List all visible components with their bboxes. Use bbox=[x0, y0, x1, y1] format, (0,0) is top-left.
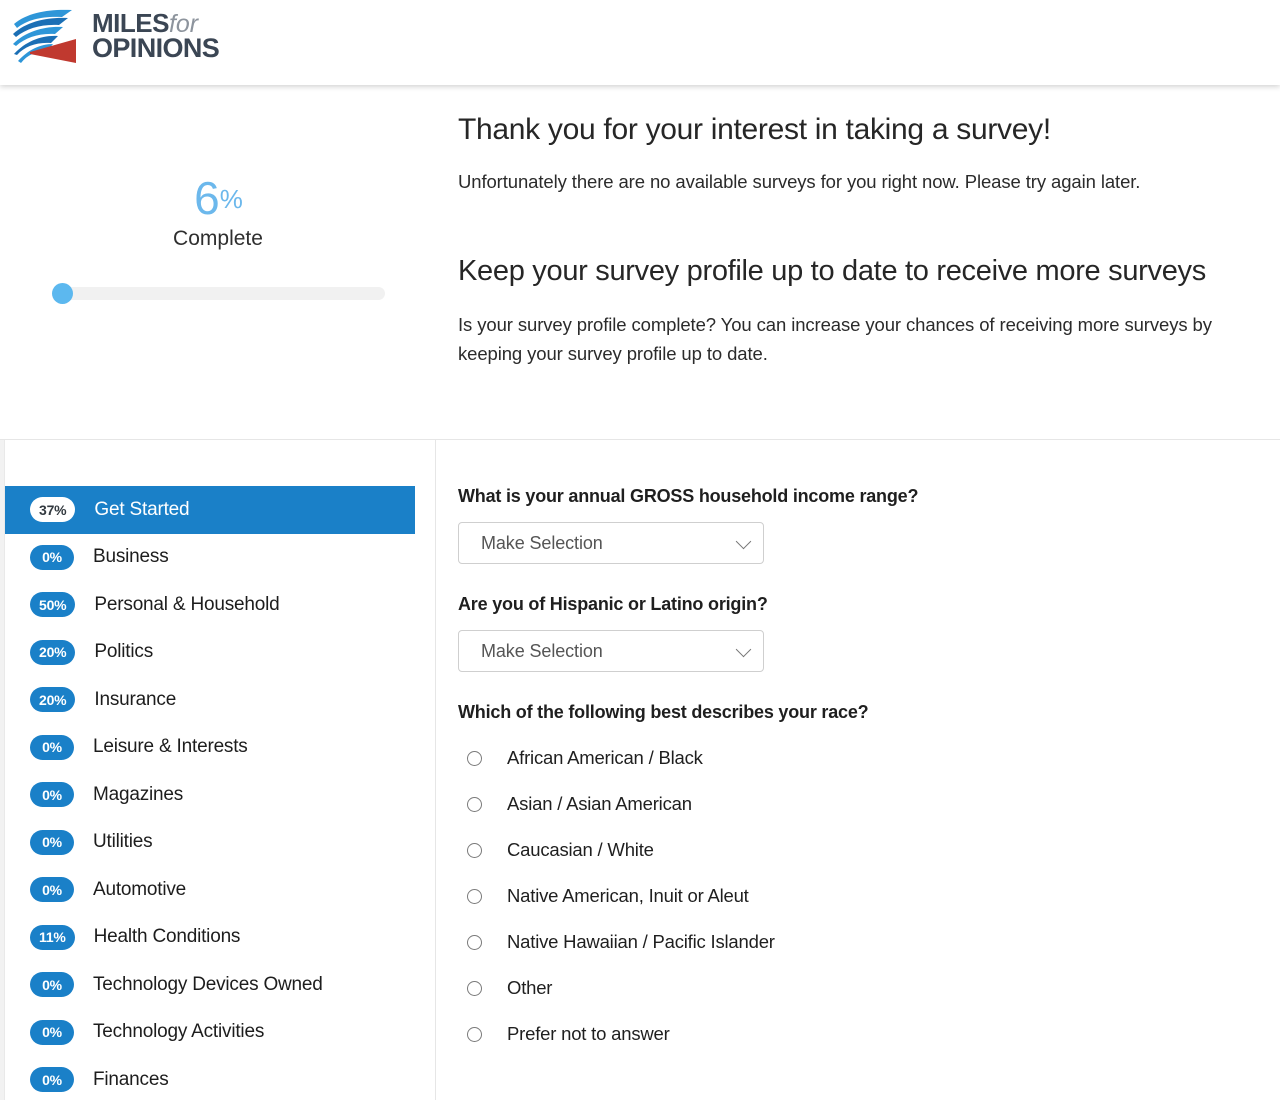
sidebar-item-label: Personal & Household bbox=[94, 593, 280, 615]
sidebar-item-progress-badge: 0% bbox=[30, 829, 74, 855]
select-dropdown[interactable]: Make Selection bbox=[458, 522, 764, 564]
radio-option[interactable]: Native American, Inuit or Aleut bbox=[458, 873, 1260, 919]
sidebar-item-label: Leisure & Interests bbox=[93, 736, 248, 758]
sidebar-item-label: Finances bbox=[93, 1068, 169, 1090]
sidebar-item-progress-badge: 11% bbox=[30, 924, 75, 950]
sidebar-item-label: Technology Activities bbox=[93, 1021, 265, 1043]
question-block: Are you of Hispanic or Latino origin? Mak… bbox=[458, 594, 1260, 672]
radio-option-label: African American / Black bbox=[507, 747, 703, 768]
radio-button-icon[interactable] bbox=[467, 750, 482, 766]
select-selected-value: Make Selection bbox=[481, 532, 603, 553]
radio-option[interactable]: African American / Black bbox=[458, 735, 1260, 781]
radio-option[interactable]: Other bbox=[458, 965, 1260, 1011]
sidebar-item-progress-badge: 0% bbox=[30, 782, 74, 808]
site-header: MILESfor OPINIONS bbox=[0, 0, 1280, 85]
chevron-down-icon bbox=[735, 533, 752, 550]
intro-panel: 6% Complete Thank you for your interest … bbox=[0, 85, 1280, 440]
progress-bar-handle[interactable] bbox=[52, 283, 73, 304]
sidebar-item-progress-badge: 50% bbox=[30, 592, 76, 618]
radio-option[interactable]: Asian / Asian American bbox=[458, 781, 1260, 827]
miles-for-opinions-logo-icon bbox=[13, 9, 76, 63]
question-label: Are you of Hispanic or Latino origin? bbox=[458, 594, 768, 614]
progress-readout: 6% Complete bbox=[0, 175, 436, 251]
sidebar-item-label: Health Conditions bbox=[93, 926, 241, 948]
profile-panel: 37% Get Started 0% Business 50% Personal & Ho… bbox=[0, 440, 1280, 1100]
radio-option-label: Prefer not to answer bbox=[507, 1023, 670, 1044]
radio-option-label: Native American, Inuit or Aleut bbox=[507, 885, 749, 906]
select-dropdown[interactable]: Make Selection bbox=[458, 630, 764, 672]
sidebar-item-personal-household[interactable]: 50% Personal & Household bbox=[0, 581, 435, 629]
radio-button-icon[interactable] bbox=[467, 1026, 482, 1042]
sidebar-item-finances[interactable]: 0% Finances bbox=[0, 1056, 435, 1100]
logo-line-2: OPINIONS bbox=[92, 33, 220, 64]
sidebar-item-label: Business bbox=[93, 546, 169, 568]
radio-option-label: Native Hawaiian / Pacific Islander bbox=[507, 931, 775, 952]
question-block: Which of the following best describes yo… bbox=[458, 702, 1260, 1057]
sidebar-item-health-conditions[interactable]: 11% Health Conditions bbox=[0, 914, 435, 962]
sidebar-item-label: Get Started bbox=[94, 498, 190, 520]
radio-option[interactable]: Prefer not to answer bbox=[458, 1011, 1260, 1057]
radio-option-label: Other bbox=[507, 977, 553, 998]
sidebar-item-progress-badge: 37% bbox=[30, 497, 76, 523]
sidebar-item-automotive[interactable]: 0% Automotive bbox=[0, 866, 435, 914]
sidebar-item-progress-badge: 0% bbox=[30, 734, 74, 760]
sidebar-item-progress-badge: 0% bbox=[30, 1019, 74, 1045]
sidebar-item-get-started[interactable]: 37% Get Started bbox=[0, 486, 415, 534]
question-label: Which of the following best describes yo… bbox=[458, 702, 869, 722]
chevron-down-icon bbox=[735, 641, 752, 658]
progress-percent: 6% bbox=[0, 175, 436, 221]
radio-option[interactable]: Native Hawaiian / Pacific Islander bbox=[458, 919, 1260, 965]
progress-complete-label: Complete bbox=[173, 227, 263, 250]
sidebar-item-business[interactable]: 0% Business bbox=[0, 534, 435, 582]
sidebar-item-utilities[interactable]: 0% Utilities bbox=[0, 819, 435, 867]
radio-button-icon[interactable] bbox=[467, 888, 482, 904]
profile-progress-section: 6% Complete bbox=[0, 85, 436, 439]
radio-option-label: Asian / Asian American bbox=[507, 793, 692, 814]
sidebar-item-progress-badge: 20% bbox=[30, 687, 76, 713]
profile-category-sidebar: 37% Get Started 0% Business 50% Personal & Ho… bbox=[0, 440, 436, 1100]
sidebar-item-label: Politics bbox=[94, 641, 154, 663]
radio-button-icon[interactable] bbox=[467, 796, 482, 812]
radio-button-icon[interactable] bbox=[467, 934, 482, 950]
sidebar-item-magazines[interactable]: 0% Magazines bbox=[0, 771, 435, 819]
sidebar-item-technology-activities[interactable]: 0% Technology Activities bbox=[0, 1009, 435, 1057]
radio-button-icon[interactable] bbox=[467, 980, 482, 996]
radio-option-label: Caucasian / White bbox=[507, 839, 654, 860]
sidebar-item-politics[interactable]: 20% Politics bbox=[0, 629, 435, 677]
no-surveys-message: Unfortunately there are no available sur… bbox=[458, 170, 1141, 192]
site-logo[interactable]: MILESfor OPINIONS bbox=[10, 8, 220, 66]
profile-section-body: Is your survey profile complete? You can… bbox=[458, 313, 1212, 365]
question-label: What is your annual GROSS household inco… bbox=[458, 486, 919, 506]
sidebar-item-label: Technology Devices Owned bbox=[93, 973, 323, 995]
select-selected-value: Make Selection bbox=[481, 640, 603, 661]
sidebar-item-label: Insurance bbox=[94, 688, 177, 710]
sidebar-item-leisure-interests[interactable]: 0% Leisure & Interests bbox=[0, 724, 435, 772]
profile-questions-form: What is your annual GROSS household inco… bbox=[436, 440, 1280, 1100]
progress-bar[interactable] bbox=[52, 283, 385, 304]
radio-group: African American / Black Asian / Asian Am… bbox=[458, 735, 1260, 1057]
logo-wordmark: MILESfor OPINIONS bbox=[92, 10, 220, 64]
sidebar-item-progress-badge: 0% bbox=[30, 972, 74, 998]
profile-section-heading: Keep your survey profile up to date to r… bbox=[458, 254, 1206, 287]
question-block: What is your annual GROSS household inco… bbox=[458, 486, 1260, 564]
sidebar-item-progress-badge: 0% bbox=[30, 1067, 74, 1093]
progress-percent-sign: % bbox=[219, 183, 243, 214]
sidebar-item-label: Automotive bbox=[93, 878, 187, 900]
sidebar-item-technology-devices-owned[interactable]: 0% Technology Devices Owned bbox=[0, 961, 435, 1009]
sidebar-item-label: Utilities bbox=[93, 831, 153, 853]
page-title: Thank you for your interest in taking a … bbox=[458, 113, 1051, 146]
sidebar-item-progress-badge: 0% bbox=[30, 877, 74, 903]
sidebar-item-progress-badge: 0% bbox=[30, 544, 74, 570]
radio-button-icon[interactable] bbox=[467, 842, 482, 858]
sidebar-item-insurance[interactable]: 20% Insurance bbox=[0, 676, 435, 724]
intro-text-section: Thank you for your interest in taking a … bbox=[436, 85, 1280, 439]
sidebar-item-progress-badge: 20% bbox=[30, 639, 76, 665]
progress-percent-number: 6 bbox=[194, 172, 220, 224]
sidebar-item-label: Magazines bbox=[93, 783, 184, 805]
radio-option[interactable]: Caucasian / White bbox=[458, 827, 1260, 873]
